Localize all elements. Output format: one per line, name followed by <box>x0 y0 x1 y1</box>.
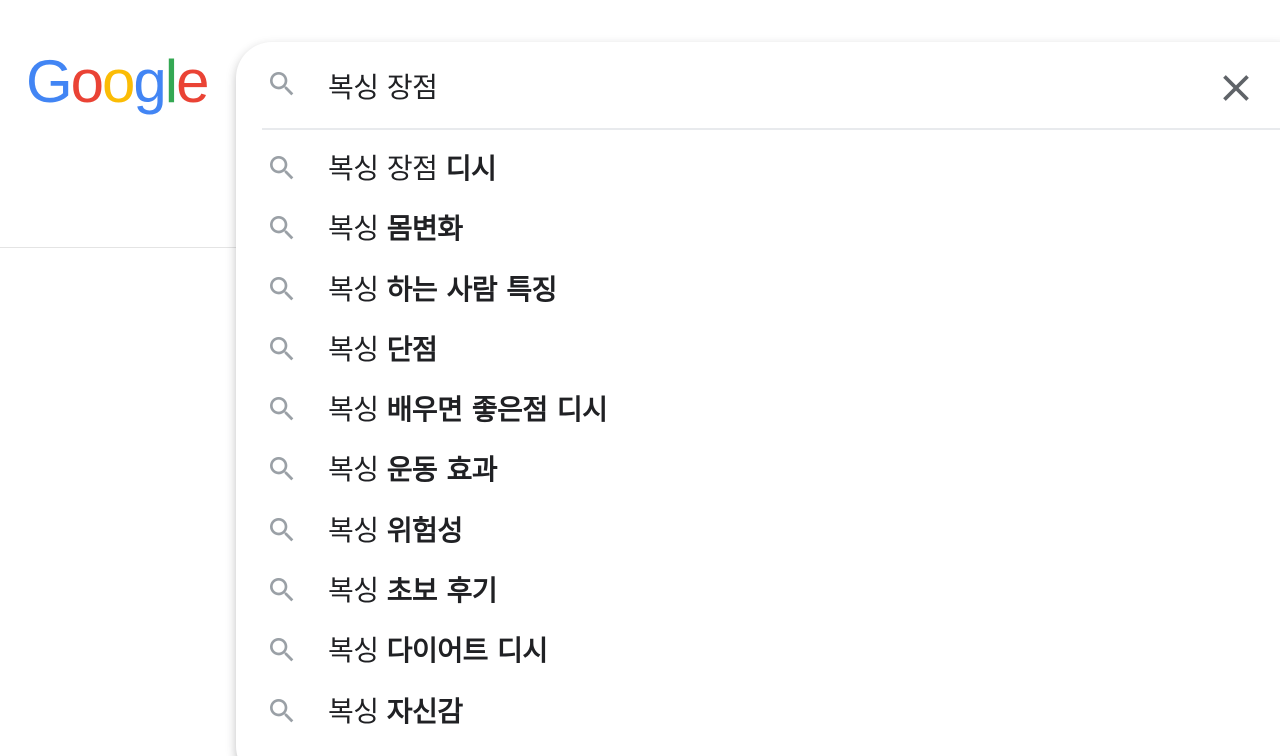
suggestion-item[interactable]: 복싱 장점 디시 <box>236 138 1280 198</box>
search-icon <box>266 152 298 184</box>
suggestion-completion: 하는 사람 특징 <box>386 272 558 306</box>
search-bar-divider <box>262 128 1280 130</box>
suggestion-list: 복싱 장점 디시 복싱 몸변화 복싱 하는 사람 특징 복싱 단점 복싱 배우면… <box>236 138 1280 741</box>
logo-letter: G <box>26 48 73 115</box>
search-icon <box>266 514 298 546</box>
suggestion-text: 복싱 자신감 <box>328 690 463 730</box>
suggestion-prefix: 복싱 <box>328 272 387 306</box>
search-icon <box>266 68 298 100</box>
suggestion-prefix: 복싱 <box>328 212 387 246</box>
suggestion-item[interactable]: 복싱 하는 사람 특징 <box>236 259 1280 319</box>
suggestion-prefix: 복싱 <box>328 574 387 608</box>
suggestion-prefix: 복싱 <box>328 513 387 547</box>
logo-letter: o <box>70 48 104 115</box>
search-icon <box>266 574 298 606</box>
suggestion-item[interactable]: 복싱 자신감 <box>236 681 1280 741</box>
suggestion-text: 복싱 하는 사람 특징 <box>328 268 557 308</box>
search-icon <box>266 273 298 305</box>
suggestion-prefix: 복싱 장점 <box>328 152 446 185</box>
search-bar <box>236 42 1280 130</box>
suggestion-prefix: 복싱 <box>328 393 387 427</box>
logo-letter: o <box>102 48 135 115</box>
search-icon <box>266 695 298 727</box>
suggestion-completion: 디시 <box>445 152 497 185</box>
suggestion-item[interactable]: 복싱 몸변화 <box>236 198 1280 258</box>
search-input[interactable] <box>328 64 1188 108</box>
suggestion-item[interactable]: 복싱 운동 효과 <box>236 439 1280 499</box>
logo-letter: e <box>176 48 209 115</box>
suggestion-text: 복싱 장점 디시 <box>328 147 497 187</box>
logo-letter: l <box>164 48 178 115</box>
suggestion-prefix: 복싱 <box>328 694 387 728</box>
clear-search-button[interactable] <box>1214 66 1258 110</box>
suggestion-completion: 운동 효과 <box>386 453 498 487</box>
search-icon <box>266 393 298 425</box>
suggestion-text: 복싱 단점 <box>328 328 438 368</box>
suggestion-item[interactable]: 복싱 위험성 <box>236 500 1280 560</box>
suggestion-item[interactable]: 복싱 다이어트 디시 <box>236 620 1280 680</box>
suggestion-text: 복싱 다이어트 디시 <box>328 629 548 669</box>
suggestion-text: 복싱 몸변화 <box>328 207 463 247</box>
search-icon <box>266 453 298 485</box>
suggestion-text: 복싱 위험성 <box>328 509 463 549</box>
suggestion-item[interactable]: 복싱 초보 후기 <box>236 560 1280 620</box>
suggestion-item[interactable]: 복싱 단점 <box>236 319 1280 379</box>
suggestion-text: 복싱 초보 후기 <box>328 569 498 609</box>
suggestion-item[interactable]: 복싱 배우면 좋은점 디시 <box>236 379 1280 439</box>
suggestion-completion: 단점 <box>386 332 438 366</box>
page: Google 복싱 장점 디시 복싱 몸변화 복싱 하는 사람 <box>0 0 1280 756</box>
suggestion-prefix: 복싱 <box>328 332 387 366</box>
suggestion-completion: 초보 후기 <box>386 574 498 608</box>
suggestion-completion: 몸변화 <box>386 212 463 246</box>
suggestion-completion: 배우면 좋은점 디시 <box>386 393 608 427</box>
suggestion-completion: 자신감 <box>386 694 463 728</box>
close-icon <box>1223 75 1249 101</box>
search-icon <box>266 212 298 244</box>
search-icon <box>266 634 298 666</box>
suggestion-prefix: 복싱 <box>328 634 387 668</box>
google-logo[interactable]: Google <box>26 48 210 115</box>
suggestion-prefix: 복싱 <box>328 453 387 487</box>
suggestion-text: 복싱 배우면 좋은점 디시 <box>328 388 608 428</box>
suggestion-text: 복싱 운동 효과 <box>328 448 498 488</box>
search-icon <box>266 333 298 365</box>
suggestion-completion: 다이어트 디시 <box>386 634 548 668</box>
suggestion-completion: 위험성 <box>386 513 463 547</box>
search-panel: 복싱 장점 디시 복싱 몸변화 복싱 하는 사람 특징 복싱 단점 복싱 배우면… <box>236 42 1280 756</box>
header-divider <box>0 247 240 248</box>
logo-letter: g <box>133 48 166 115</box>
